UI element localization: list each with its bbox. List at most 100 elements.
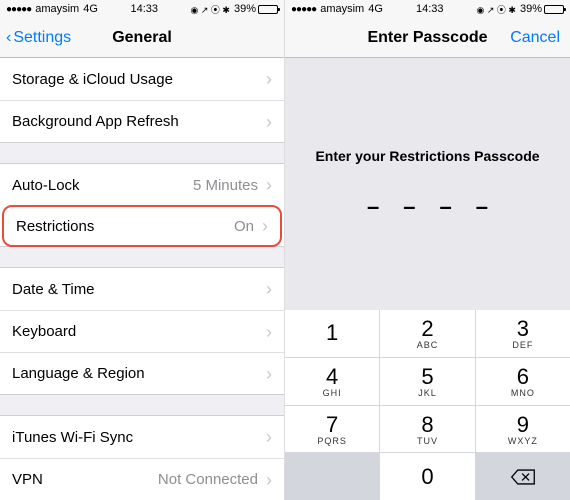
nav-bar: ‹ Settings General [0, 18, 284, 58]
settings-group: Date & Time›Keyboard›Language & Region› [0, 267, 284, 395]
settings-general-screen: ●●●●● amaysim 4G 14:33 ◉ ↗ ⦿ ✱ 39% ‹ Set… [0, 0, 285, 500]
chevron-right-icon: › [266, 176, 272, 194]
row-label: iTunes Wi-Fi Sync [12, 429, 266, 446]
numeric-keypad: 12ABC3DEF4GHI5JKL6MNO7PQRS8TUV9WXYZ0 [285, 310, 570, 500]
key-sub: PQRS [317, 436, 347, 446]
settings-row-background-app-refresh[interactable]: Background App Refresh› [0, 100, 284, 142]
key-sub: MNO [511, 388, 535, 398]
key-digit: 6 [517, 364, 529, 390]
keypad-key-9[interactable]: 9WXYZ [476, 406, 570, 453]
chevron-right-icon: › [266, 323, 272, 341]
settings-group: iTunes Wi-Fi Sync›VPNNot Connected› [0, 415, 284, 500]
row-label: Background App Refresh [12, 113, 266, 130]
row-value: 5 Minutes [193, 177, 258, 194]
passcode-dash: – [403, 194, 415, 220]
chevron-right-icon: › [266, 471, 272, 489]
keypad-key-6[interactable]: 6MNO [476, 358, 570, 405]
row-label: Storage & iCloud Usage [12, 71, 266, 88]
row-label: Keyboard [12, 323, 266, 340]
row-label: Language & Region [12, 365, 266, 382]
settings-row-language-region[interactable]: Language & Region› [0, 352, 284, 394]
row-label: VPN [12, 471, 158, 488]
key-sub: ABC [417, 340, 439, 350]
key-digit: 4 [326, 364, 338, 390]
key-sub: GHI [323, 388, 342, 398]
status-bar: ●●●●● amaysim 4G 14:33 ◉ ↗ ⦿ ✱ 39% [0, 0, 284, 18]
chevron-right-icon: › [266, 365, 272, 383]
settings-list: Storage & iCloud Usage›Background App Re… [0, 58, 284, 500]
chevron-right-icon: › [266, 113, 272, 131]
battery-indicator: 39% [234, 3, 278, 15]
chevron-right-icon: › [266, 428, 272, 446]
passcode-dash: – [367, 194, 379, 220]
key-sub: JKL [418, 388, 437, 398]
passcode-dashes: – – – – [367, 194, 488, 220]
carrier-name: amaysim [35, 3, 79, 15]
key-digit: 9 [517, 412, 529, 438]
status-icons: ◉ ↗ ⦿ ✱ [191, 3, 230, 16]
cancel-label: Cancel [510, 29, 560, 47]
network-type: 4G [368, 3, 383, 15]
key-sub: WXYZ [508, 436, 538, 446]
key-digit: 1 [326, 320, 338, 346]
settings-row-itunes-wi-fi-sync[interactable]: iTunes Wi-Fi Sync› [0, 416, 284, 458]
back-label: Settings [13, 29, 71, 47]
passcode-screen: ●●●●● amaysim 4G 14:33 ◉ ↗ ⦿ ✱ 39% Enter… [285, 0, 570, 500]
row-value: Not Connected [158, 471, 258, 488]
key-sub: DEF [512, 340, 533, 350]
settings-row-date-time[interactable]: Date & Time› [0, 268, 284, 310]
settings-row-vpn[interactable]: VPNNot Connected › [0, 458, 284, 500]
keypad-delete-button[interactable] [476, 453, 570, 500]
key-digit: 7 [326, 412, 338, 438]
chevron-right-icon: › [262, 217, 268, 235]
back-button[interactable]: ‹ Settings [6, 18, 71, 57]
battery-pct: 39% [234, 3, 256, 15]
passcode-dash: – [476, 194, 488, 220]
page-title: General [112, 29, 172, 47]
keypad-key-5[interactable]: 5JKL [380, 358, 474, 405]
key-digit: 8 [421, 412, 433, 438]
passcode-prompt: Enter your Restrictions Passcode [315, 148, 539, 164]
backspace-icon [510, 468, 536, 486]
keypad-key-0[interactable]: 0 [380, 453, 474, 500]
keypad-key-2[interactable]: 2ABC [380, 310, 474, 357]
passcode-dash: – [440, 194, 452, 220]
key-sub: TUV [417, 436, 438, 446]
cancel-button[interactable]: Cancel [510, 18, 560, 57]
status-time: 14:33 [130, 3, 158, 15]
status-bar: ●●●●● amaysim 4G 14:33 ◉ ↗ ⦿ ✱ 39% [285, 0, 570, 18]
status-time: 14:33 [416, 3, 444, 15]
keypad-key-7[interactable]: 7PQRS [285, 406, 379, 453]
settings-row-keyboard[interactable]: Keyboard› [0, 310, 284, 352]
keypad-key-3[interactable]: 3DEF [476, 310, 570, 357]
key-digit: 2 [421, 316, 433, 342]
row-label: Restrictions [16, 218, 234, 235]
keypad-blank [285, 453, 379, 500]
row-label: Date & Time [12, 281, 266, 298]
row-label: Auto-Lock [12, 177, 193, 194]
status-icons: ◉ ↗ ⦿ ✱ [477, 3, 516, 16]
settings-group: Auto-Lock5 Minutes › RestrictionsOn › [0, 163, 284, 247]
page-title: Enter Passcode [367, 29, 487, 47]
keypad-key-8[interactable]: 8TUV [380, 406, 474, 453]
settings-row-auto-lock[interactable]: Auto-Lock5 Minutes › [0, 164, 284, 206]
row-value: On [234, 218, 254, 235]
carrier-name: amaysim [320, 3, 364, 15]
battery-pct: 39% [520, 3, 542, 15]
passcode-entry-area: Enter your Restrictions Passcode – – – – [285, 58, 570, 310]
settings-row-restrictions[interactable]: RestrictionsOn › [2, 205, 282, 247]
chevron-right-icon: › [266, 280, 272, 298]
settings-row-storage-icloud-usage[interactable]: Storage & iCloud Usage› [0, 58, 284, 100]
nav-bar: Enter Passcode Cancel [285, 18, 570, 58]
network-type: 4G [83, 3, 98, 15]
chevron-right-icon: › [266, 70, 272, 88]
signal-dots-icon: ●●●●● [6, 4, 31, 15]
key-digit: 0 [421, 464, 433, 490]
settings-group: Storage & iCloud Usage›Background App Re… [0, 58, 284, 143]
battery-indicator: 39% [520, 3, 564, 15]
keypad-key-1[interactable]: 1 [285, 310, 379, 357]
keypad-key-4[interactable]: 4GHI [285, 358, 379, 405]
key-digit: 5 [421, 364, 433, 390]
key-digit: 3 [517, 316, 529, 342]
chevron-left-icon: ‹ [6, 29, 11, 47]
